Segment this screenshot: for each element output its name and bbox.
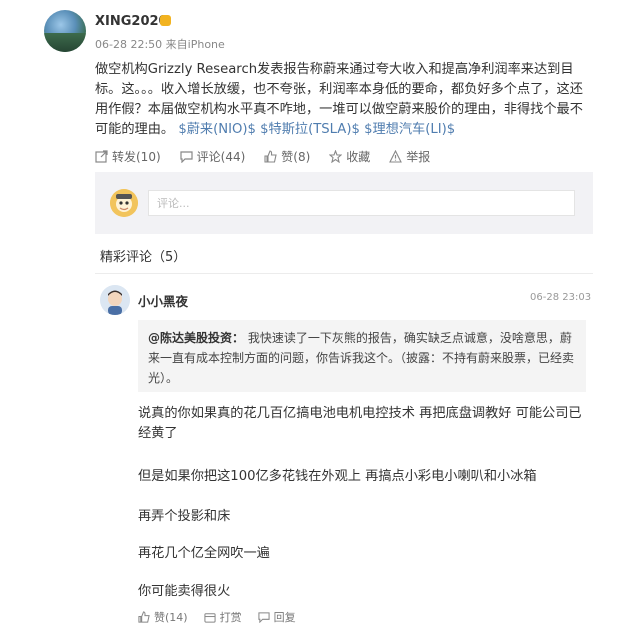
comment-like-label: 赞(14): [154, 611, 188, 624]
post-actions: 转发(10) 评论(44) 赞(8) 收藏 举报: [95, 148, 449, 165]
comment-button[interactable]: 评论(44): [180, 148, 246, 165]
repost-label: 转发(10): [112, 150, 161, 164]
stock-link-nio[interactable]: $蔚来(NIO)$: [178, 122, 256, 137]
reply-icon: [258, 612, 270, 623]
report-button[interactable]: 举报: [389, 148, 430, 165]
tip-button[interactable]: 打赏: [204, 609, 242, 625]
comment-time: 06-28 23:03: [530, 292, 592, 303]
stock-link-tsla[interactable]: $特斯拉(TSLA)$: [260, 122, 360, 137]
post-author-avatar[interactable]: [44, 10, 86, 52]
tip-label: 打赏: [219, 611, 242, 624]
thumbs-up-icon: [138, 611, 150, 623]
favorite-label: 收藏: [346, 150, 371, 164]
post-author-name[interactable]: XING2020: [95, 14, 168, 29]
reply-paragraph: 说真的你如果真的花几百亿搞电池电机电控技术 再把底盘调教好 可能公司已经黄了: [138, 406, 582, 441]
reply-button[interactable]: 回复: [258, 609, 296, 625]
featured-comments-title: 精彩评论（5）: [100, 250, 187, 265]
comment-like-button[interactable]: 赞(14): [138, 609, 188, 625]
reply-paragraph: 再花几个亿全网吹一遍: [138, 546, 270, 561]
my-avatar: [110, 189, 138, 217]
reply-paragraph: 再弄个投影和床: [138, 509, 231, 524]
thumbs-up-icon: [264, 150, 277, 163]
like-button[interactable]: 赞(8): [264, 148, 310, 165]
tip-icon: [204, 613, 216, 623]
comment-icon: [180, 151, 193, 163]
warning-icon: [389, 150, 403, 163]
reply-label: 回复: [273, 611, 296, 624]
commenter-avatar[interactable]: [100, 285, 130, 315]
reply-paragraph: 但是如果你把这100亿多花钱在外观上 再搞点小彩电小喇叭和小冰箱: [138, 469, 537, 484]
post-body: 做空机构Grizzly Research发表报告称蔚来通过夸大收入和提高净利润率…: [95, 60, 595, 140]
repost-button[interactable]: 转发(10): [95, 148, 161, 165]
quote-author[interactable]: @陈达美股投资：: [148, 331, 244, 345]
post-meta: 06-28 22:50 来自iPhone: [95, 38, 225, 51]
repost-icon: [95, 150, 108, 163]
comment-label: 评论(44): [196, 150, 246, 164]
comment-actions: 赞(14) 打赏 回复: [138, 609, 312, 625]
commenter-name[interactable]: 小小黑夜: [138, 291, 188, 310]
favorite-button[interactable]: 收藏: [329, 148, 370, 165]
stock-link-li[interactable]: $理想汽车(LI)$: [364, 122, 455, 137]
like-label: 赞(8): [281, 150, 311, 164]
reply-paragraph: 你可能卖得很火: [138, 584, 231, 599]
star-icon: [329, 150, 343, 163]
divider: [95, 273, 593, 274]
quoted-comment: @陈达美股投资： 我快速读了一下灰熊的报告，确实缺乏点诚意，没啥意思，蔚来一直有…: [138, 320, 586, 392]
report-label: 举报: [406, 150, 431, 164]
vip-badge-icon: [160, 15, 171, 26]
comment-input[interactable]: 评论...: [148, 190, 575, 216]
